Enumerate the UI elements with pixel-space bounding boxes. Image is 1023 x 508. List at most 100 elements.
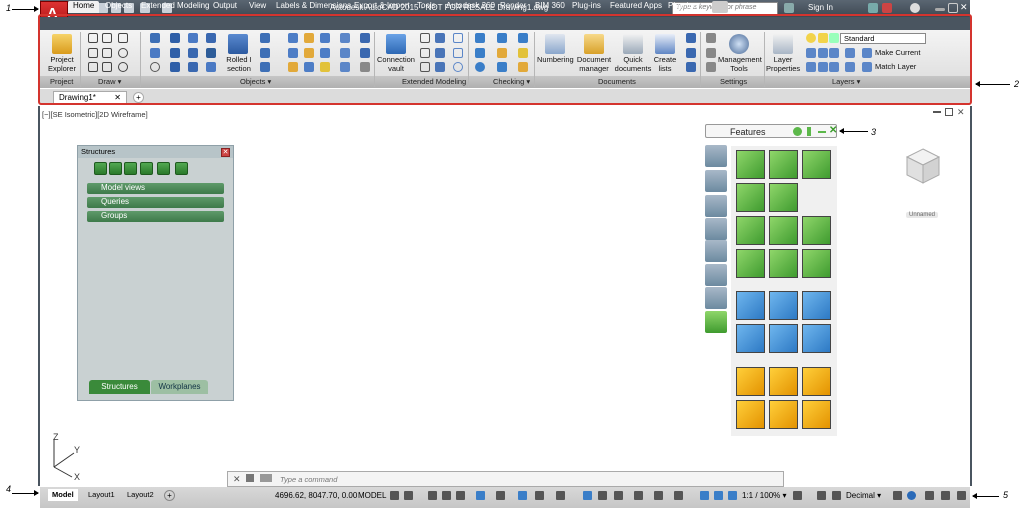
section-groups[interactable]: Groups — [87, 211, 224, 222]
search-icon[interactable] — [784, 3, 794, 13]
tab-labels-dimensions[interactable]: Labels & Dimensions — [276, 1, 351, 13]
feature-hole-left[interactable] — [736, 216, 765, 245]
plate-tool-icon[interactable] — [705, 240, 727, 262]
feature-round-left[interactable] — [736, 249, 765, 278]
feature-beam-profile[interactable] — [802, 291, 831, 320]
feature-plate-slot[interactable] — [769, 367, 798, 396]
features-close-icon[interactable]: ✕ — [829, 125, 837, 136]
workspace-icon[interactable] — [728, 491, 737, 500]
feature-edge-cut[interactable] — [736, 183, 765, 212]
help-icon[interactable] — [910, 3, 920, 13]
sign-in-button[interactable]: Sign In — [808, 3, 833, 12]
tab-model[interactable]: Model — [48, 489, 78, 501]
connect-icon[interactable] — [882, 3, 892, 13]
feature-beam-diagonal[interactable] — [736, 324, 765, 353]
feature-hole-right[interactable] — [802, 216, 831, 245]
dynamic-ucs-icon[interactable] — [614, 491, 623, 500]
annotation-scale-icon[interactable] — [714, 491, 723, 500]
features-minimize-icon[interactable] — [818, 131, 826, 133]
new-layout-icon[interactable]: + — [164, 490, 175, 501]
quick-properties-icon[interactable] — [893, 491, 902, 500]
hardware-acceleration-icon[interactable] — [925, 491, 934, 500]
tab-home[interactable]: Home — [68, 1, 100, 13]
weld-tool-icon[interactable] — [705, 195, 727, 217]
viewport-close-icon[interactable]: ✕ — [957, 107, 965, 118]
feature-beam-miter[interactable] — [769, 291, 798, 320]
gizmo-icon[interactable] — [654, 491, 663, 500]
isodraft-icon[interactable] — [476, 491, 485, 500]
polar-tracking-icon[interactable] — [456, 491, 465, 500]
help-query-icon[interactable] — [140, 162, 153, 175]
gear-icon[interactable] — [793, 491, 802, 500]
folder-icon[interactable] — [157, 162, 170, 175]
feature-corner-cut[interactable] — [802, 150, 831, 179]
annotation-monitor-icon[interactable] — [817, 491, 826, 500]
viewport-restore-icon[interactable] — [945, 108, 953, 116]
3d-osnap-icon[interactable] — [598, 491, 607, 500]
viewcube[interactable] — [903, 145, 943, 185]
transparency-icon[interactable] — [556, 491, 565, 500]
command-history-icon[interactable] — [260, 474, 272, 482]
feature-plate-section[interactable] — [802, 400, 831, 429]
minimize-icon[interactable] — [935, 8, 945, 11]
feature-plate-arc[interactable] — [736, 400, 765, 429]
pin-icon[interactable] — [807, 127, 811, 136]
feature-round-center[interactable] — [769, 249, 798, 278]
exchange-icon[interactable] — [868, 3, 878, 13]
viewport-controls[interactable]: [−][SE Isometric][2D Wireframe] — [42, 110, 148, 119]
model-space-toggle[interactable]: MODEL — [358, 491, 386, 500]
profile-tool-icon[interactable] — [705, 287, 727, 309]
ribbon-options-icon[interactable] — [712, 1, 728, 13]
selection-filter-icon[interactable] — [634, 491, 643, 500]
tab-plug-ins-2[interactable]: Plug-ins — [668, 1, 697, 13]
isolate-objects-icon[interactable] — [832, 491, 841, 500]
object-snap-icon[interactable] — [518, 491, 527, 500]
feature-plate-hole[interactable] — [802, 367, 831, 396]
cut-tool-icon[interactable] — [705, 145, 727, 167]
funnel-tool-icon[interactable] — [705, 264, 727, 286]
auto-scale-icon[interactable] — [700, 491, 709, 500]
layers-tool-icon[interactable] — [705, 311, 727, 333]
tab-output[interactable]: Output — [213, 1, 237, 13]
tab-layout2[interactable]: Layout2 — [123, 489, 158, 501]
lock-view-icon[interactable] — [109, 162, 122, 175]
section-queries[interactable]: Queries — [87, 197, 224, 208]
wrench-tool-icon[interactable] — [705, 170, 727, 192]
restore-icon[interactable] — [948, 3, 958, 13]
feature-beam-end[interactable] — [802, 324, 831, 353]
feature-corner-notch[interactable] — [736, 150, 765, 179]
feature-slot[interactable] — [769, 183, 798, 212]
command-close-icon[interactable]: ✕ — [233, 474, 241, 485]
tab-render[interactable]: Render — [500, 1, 526, 13]
features-settings-icon[interactable] — [793, 127, 802, 136]
tab-export-import[interactable]: Export & Import — [354, 1, 410, 13]
clean-screen-icon[interactable] — [941, 491, 950, 500]
snap-mode-icon[interactable] — [404, 491, 413, 500]
infer-constraints-icon[interactable] — [428, 491, 437, 500]
tab-view[interactable]: View — [249, 1, 266, 13]
tab-layout1[interactable]: Layout1 — [84, 489, 119, 501]
tab-extended-modeling[interactable]: Extended Modeling — [141, 1, 210, 13]
close-icon[interactable]: ✕ — [960, 2, 970, 12]
feature-hole-center[interactable] — [769, 216, 798, 245]
feature-round-right[interactable] — [802, 249, 831, 278]
command-customize-icon[interactable] — [246, 474, 254, 482]
ortho-mode-icon[interactable] — [442, 491, 451, 500]
tab-bim-360[interactable]: BIM 360 — [535, 1, 565, 13]
feature-beam-notch[interactable] — [769, 324, 798, 353]
object-snap-tracking-icon[interactable] — [496, 491, 505, 500]
tab-structures[interactable]: Structures — [89, 380, 150, 394]
grid-display-icon[interactable] — [390, 491, 399, 500]
feature-diagonal-cut[interactable] — [769, 150, 798, 179]
feature-plate-contour[interactable] — [769, 400, 798, 429]
filter-icon[interactable] — [124, 162, 137, 175]
section-model-views[interactable]: Model views — [87, 183, 224, 194]
selection-cycling-icon[interactable] — [583, 491, 592, 500]
tab-plug-ins[interactable]: Plug-ins — [572, 1, 601, 13]
customization-menu-icon[interactable] — [957, 491, 966, 500]
tab-featured-apps[interactable]: Featured Apps — [610, 1, 662, 13]
coordinates-readout[interactable]: 4696.62, 8047.70, 0.00 — [275, 491, 357, 500]
ucs-menu[interactable]: Unnamed — [906, 212, 939, 218]
feature-plate-corner[interactable] — [736, 367, 765, 396]
model-icon[interactable] — [94, 162, 107, 175]
